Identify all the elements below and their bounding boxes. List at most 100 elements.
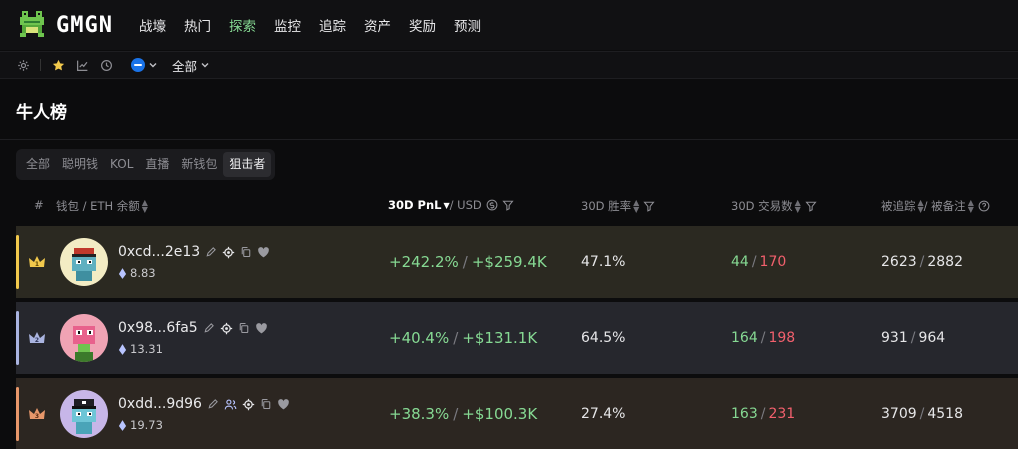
eth-balance-value: 13.31 [130, 342, 163, 356]
crosshair-target-icon[interactable] [220, 322, 233, 335]
table-row[interactable]: 3 0xdd...9d96 19.73 +38.3% / +$100.3K 27.4… [16, 378, 1018, 449]
settings-gear-icon[interactable] [16, 58, 30, 72]
winrate-value: 47.1% [581, 254, 626, 270]
sell-count: 231 [768, 406, 796, 422]
copy-icon[interactable] [240, 246, 252, 258]
header-rank: # [34, 198, 44, 212]
crosshair-target-icon[interactable] [242, 398, 255, 411]
winrate-value: 64.5% [581, 330, 626, 346]
header-followers[interactable]: 被追踪 ▲ ▼ / 被备注 ▲ ▼ [881, 198, 990, 214]
sort-icon: ▲ ▼ [967, 198, 974, 214]
favorite-star-icon[interactable] [51, 58, 65, 72]
buy-count: 164 [731, 330, 758, 346]
header-txs[interactable]: 30D 交易数 ▲ ▼ [731, 198, 817, 214]
heart-icon[interactable] [255, 322, 268, 335]
eth-balance: 8.83 [118, 266, 156, 280]
buy-count: 163 [731, 406, 758, 422]
edit-pencil-icon[interactable] [205, 246, 217, 258]
header-winrate-label: 30D 胜率 [581, 199, 632, 213]
currency-toggle-icon[interactable] [486, 199, 498, 211]
chain-selector[interactable] [131, 58, 158, 72]
table-row[interactable]: 1 0xcd...2e13 8.83 +242.2% / +$259.4K 47.1… [16, 226, 1018, 298]
help-question-icon[interactable] [978, 200, 990, 212]
table-row[interactable]: 2 0x98...6fa5 13.31 +40.4% / +$131.1K 64.5… [16, 302, 1018, 374]
header-wallet[interactable]: 钱包 / ETH 余额 ▲ ▼ [56, 198, 148, 214]
heart-icon[interactable] [277, 398, 290, 411]
tab-all[interactable]: 全部 [20, 152, 56, 177]
nav-item-explore[interactable]: 探索 [229, 15, 256, 35]
pnl-usd: +$100.3K [462, 405, 538, 423]
wallet-address-line: 0xcd...2e13 [118, 244, 270, 260]
brand-name: GMGN [56, 12, 113, 38]
nav-item-monitor[interactable]: 监控 [274, 15, 301, 35]
tab-kol[interactable]: KOL [104, 152, 139, 177]
avatar[interactable] [60, 238, 108, 286]
filter-icon[interactable] [502, 199, 514, 211]
copy-icon[interactable] [260, 398, 272, 410]
rank-number: 1 [35, 261, 39, 268]
rank-accent-bar [16, 235, 19, 289]
nav-item-assets[interactable]: 资产 [364, 15, 391, 35]
top-nav: GMGN 战壕 热门 探索 监控 追踪 资产 奖励 预测 [0, 0, 1018, 50]
eth-drop-icon [118, 419, 127, 431]
pnl-cell: +38.3% / +$100.3K [389, 405, 538, 423]
pnl-percent: +242.2% [389, 253, 459, 271]
chart-trend-icon[interactable] [75, 58, 89, 72]
filter-icon[interactable] [805, 200, 817, 212]
nav-item-trenches[interactable]: 战壕 [139, 15, 166, 35]
buy-count: 44 [731, 254, 749, 270]
followers-cell: 931/964 [881, 330, 946, 346]
crown-silver-icon: 2 [29, 332, 45, 344]
followers-cell: 2623/2882 [881, 254, 963, 270]
frog-logo-icon [20, 11, 44, 37]
logo[interactable]: GMGN [16, 9, 113, 41]
pixel-frog-avatar-icon [60, 314, 108, 362]
scope-selector[interactable]: 全部 [172, 56, 210, 75]
toolbar-divider [40, 59, 41, 71]
rank-number: 2 [35, 337, 39, 344]
pnl-percent: +40.4% [389, 329, 450, 347]
edit-pencil-icon[interactable] [203, 322, 215, 334]
edit-pencil-icon[interactable] [207, 398, 219, 410]
wallet-address[interactable]: 0xcd...2e13 [118, 244, 200, 260]
avatar[interactable] [60, 314, 108, 362]
rank-number: 3 [35, 413, 39, 420]
pnl-cell: +242.2% / +$259.4K [389, 253, 547, 271]
heart-icon[interactable] [257, 246, 270, 259]
noted-count: 4518 [927, 406, 963, 422]
tab-sniper[interactable]: 狙击者 [223, 152, 272, 177]
header-pnl[interactable]: 30D PnL ▼ / USD [388, 198, 514, 212]
tab-new-wallet[interactable]: 新钱包 [175, 152, 223, 177]
avatar[interactable] [60, 390, 108, 438]
pnl-cell: +40.4% / +$131.1K [389, 329, 538, 347]
nav-item-track[interactable]: 追踪 [319, 15, 346, 35]
wallet-address[interactable]: 0xdd...9d96 [118, 396, 202, 412]
header-pnl-label: 30D PnL [388, 198, 442, 212]
nav-item-trending[interactable]: 热门 [184, 15, 211, 35]
page-title: 牛人榜 [16, 103, 67, 123]
crosshair-target-icon[interactable] [222, 246, 235, 259]
rank-accent-bar [16, 387, 19, 441]
filter-icon[interactable] [643, 200, 655, 212]
crown-bronze-icon: 3 [29, 408, 45, 420]
followers-cell: 3709/4518 [881, 406, 963, 422]
pnl-usd: +$131.1K [462, 329, 538, 347]
history-clock-icon[interactable] [99, 58, 113, 72]
header-wallet-label: 钱包 / ETH 余额 [56, 199, 140, 213]
user-group-icon[interactable] [224, 398, 237, 411]
header-noted-label: / 被备注 [923, 199, 966, 213]
header-winrate[interactable]: 30D 胜率 ▲ ▼ [581, 198, 655, 214]
wallet-address[interactable]: 0x98...6fa5 [118, 320, 198, 336]
pnl-percent: +38.3% [389, 405, 450, 423]
wallet-address-line: 0xdd...9d96 [118, 396, 290, 412]
tx-count-cell: 164/198 [731, 330, 796, 346]
winrate-value: 27.4% [581, 406, 626, 422]
tab-smart-money[interactable]: 聪明钱 [56, 152, 104, 177]
nav-item-rewards[interactable]: 奖励 [409, 15, 436, 35]
copy-icon[interactable] [238, 322, 250, 334]
nav-item-predict[interactable]: 预测 [454, 15, 481, 35]
rank-accent-bar [16, 311, 19, 365]
wallet-address-line: 0x98...6fa5 [118, 320, 268, 336]
sort-icon: ▲ ▼ [141, 198, 148, 214]
tab-live[interactable]: 直播 [139, 152, 175, 177]
